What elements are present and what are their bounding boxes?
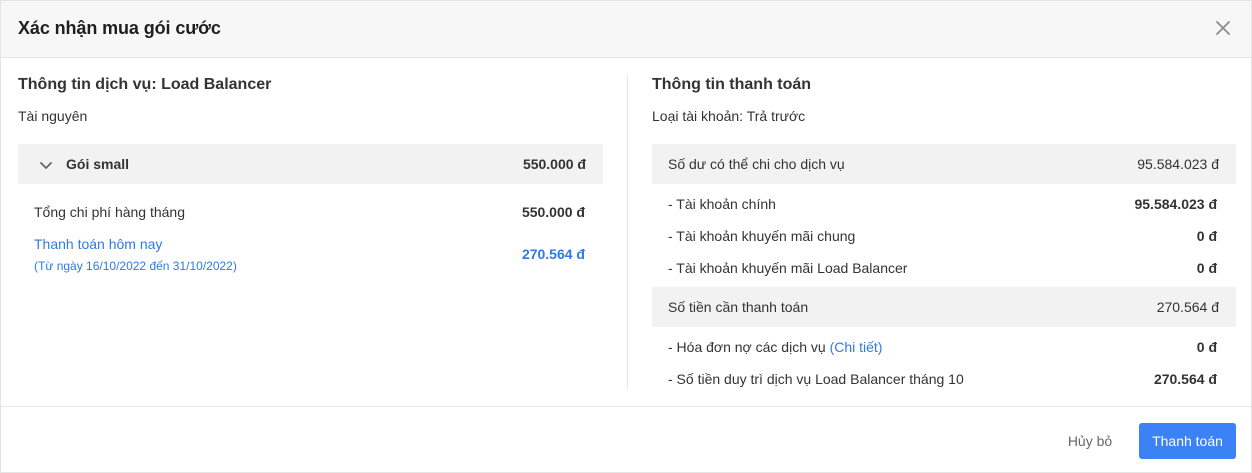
debt-detail-link[interactable]: (Chi tiết) [830, 339, 883, 355]
pay-today-period: (Từ ngày 16/10/2022 đến 31/10/2022) [34, 259, 237, 273]
maintain-label: - Số tiền duy trì dịch vụ Load Balancer … [668, 371, 964, 387]
cancel-button[interactable]: Hủy bỏ [1056, 424, 1124, 459]
payment-info-title: Thông tin thanh toán [652, 76, 812, 93]
promo-common-label: - Tài khoản khuyến mãi chung [668, 228, 856, 244]
package-row[interactable]: Gói small 550.000 đ [18, 144, 603, 184]
package-price: 550.000 đ [522, 156, 586, 172]
modal-header: Xác nhận mua gói cước [1, 1, 1251, 58]
chevron-down-icon[interactable] [40, 158, 52, 169]
pay-today-label: Thanh toán hôm nay [34, 236, 163, 252]
amount-due-value: 270.564 đ [1156, 299, 1219, 315]
account-type: Loại tài khoản: Trả trước [652, 108, 806, 124]
promo-common-value: 0 đ [1196, 228, 1217, 244]
maintain-value: 270.564 đ [1153, 371, 1217, 387]
resource-label: Tài nguyên [18, 108, 88, 124]
package-name: Gói small [66, 156, 130, 172]
modal-title: Xác nhận mua gói cước [18, 18, 221, 38]
main-account-value: 95.584.023 đ [1134, 196, 1217, 212]
purchase-confirm-modal: Xác nhận mua gói cước Thông tin dịch vụ:… [0, 0, 1252, 473]
balance-row: Số dư có thể chi cho dịch vụ 95.584.023 … [652, 144, 1236, 184]
monthly-total-value: 550.000 đ [521, 204, 585, 220]
promo-lb-label: - Tài khoản khuyến mãi Load Balancer [668, 260, 908, 276]
monthly-total-label: Tổng chi phí hàng tháng [34, 204, 186, 220]
amount-due-label: Số tiền cần thanh toán [668, 299, 809, 315]
column-divider [627, 74, 628, 390]
main-account-label: - Tài khoản chính [668, 196, 776, 212]
debt-label: - Hóa đơn nợ các dịch vụ [668, 339, 826, 355]
footer-divider [1, 406, 1251, 407]
service-info-title: Thông tin dịch vụ: Load Balancer [18, 76, 272, 93]
balance-value: 95.584.023 đ [1137, 156, 1219, 172]
promo-lb-value: 0 đ [1196, 260, 1217, 276]
amount-due-row: Số tiền cần thanh toán 270.564 đ [652, 287, 1236, 327]
balance-label: Số dư có thể chi cho dịch vụ [668, 156, 845, 172]
debt-value: 0 đ [1196, 339, 1217, 355]
debt-row: - Hóa đơn nợ các dịch vụ (Chi tiết) [668, 339, 882, 355]
close-icon[interactable] [1213, 18, 1233, 38]
pay-today-value: 270.564 đ [521, 246, 585, 262]
pay-button[interactable]: Thanh toán [1139, 423, 1236, 459]
